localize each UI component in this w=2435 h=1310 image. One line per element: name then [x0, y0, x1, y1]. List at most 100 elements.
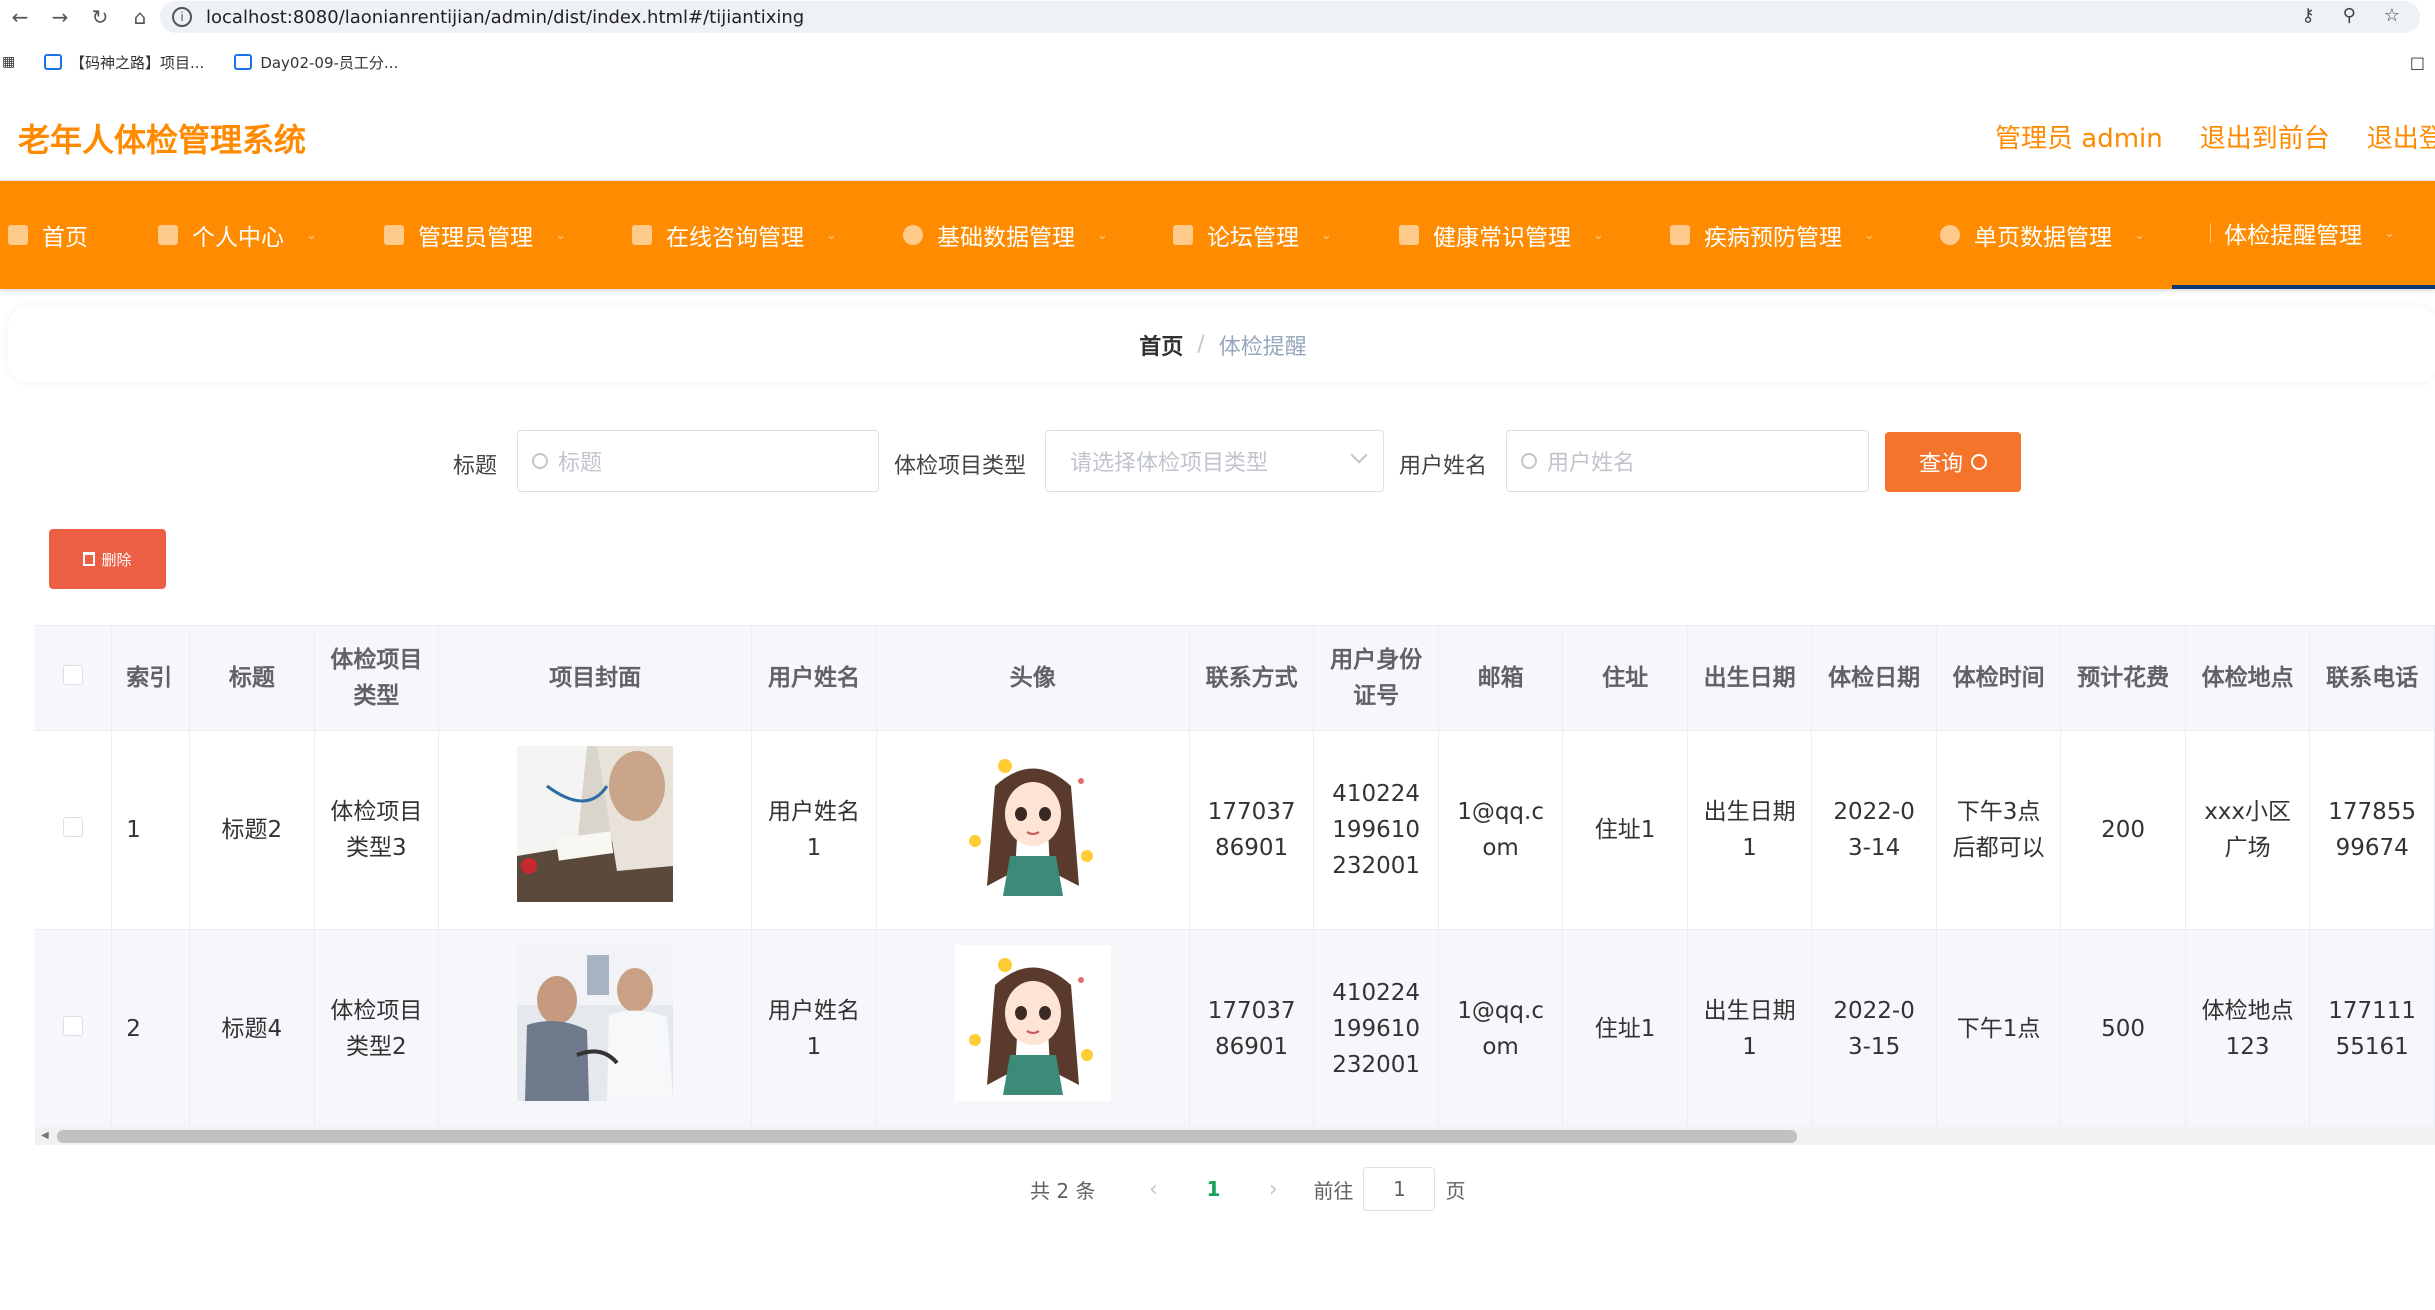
row-select-cell[interactable]: [35, 730, 113, 930]
apps-grid-icon[interactable]: ▦: [0, 54, 30, 70]
query-button-label: 查询: [1918, 452, 1963, 477]
user-filter-label: 用户姓名: [1399, 454, 1488, 479]
chevron-down-icon: ⌄: [1864, 227, 1875, 243]
type-filter-label: 体检项目类型: [894, 454, 1027, 479]
select-all-checkbox[interactable]: [63, 664, 84, 685]
bookmark-item[interactable]: Day02-09-员工分...: [234, 52, 398, 73]
cover-cell: [438, 929, 753, 1129]
user-name-cell: 用户姓名1: [751, 929, 877, 1129]
grid-icon: [1670, 225, 1690, 245]
menu-item-single-page[interactable]: 单页数据管理 ⌄: [1940, 181, 2145, 289]
cover-cell: [438, 730, 753, 930]
table-row: 1 标题2 体检项目类型3 用户姓名1 17703786901 41022419…: [35, 730, 2435, 930]
row-checkbox[interactable]: [63, 816, 84, 837]
settings-icon: [1940, 225, 1960, 245]
address-cell: 住址1: [1562, 929, 1688, 1129]
menu-item-profile[interactable]: 个人中心 ⌄: [158, 181, 317, 289]
column-header: 项目封面: [438, 626, 753, 731]
exit-to-front-link[interactable]: 退出到前台: [2200, 118, 2330, 155]
column-header: 头像: [876, 626, 1190, 731]
search-icon: [532, 453, 548, 469]
type-select[interactable]: 请选择体检项目类型: [1045, 430, 1384, 492]
chevron-down-icon: ⌄: [555, 227, 566, 243]
chevron-down-icon: [1350, 446, 1368, 464]
index-cell: 2: [111, 929, 191, 1129]
column-header: 预计花费: [2060, 626, 2186, 731]
crop-icon: [1173, 225, 1193, 245]
delete-button[interactable]: 删除: [49, 529, 166, 589]
column-header: 联系方式: [1189, 626, 1315, 731]
column-header: 体检时间: [1936, 626, 2062, 731]
horizontal-scrollbar[interactable]: ◀: [35, 1127, 2435, 1145]
goto-page-input[interactable]: 1: [1363, 1167, 1436, 1211]
menu-label: 在线咨询管理: [666, 225, 804, 251]
avatar[interactable]: [954, 945, 1111, 1101]
location-cell: 体检地点123: [2185, 929, 2311, 1129]
page-suffix: 页: [1445, 1178, 1466, 1203]
menu-label: 体检提醒管理: [2224, 223, 2363, 249]
column-header: 出生日期: [1687, 626, 1813, 731]
query-button[interactable]: 查询: [1885, 432, 2021, 492]
menu-item-basic-data[interactable]: 基础数据管理 ⌄: [903, 181, 1108, 289]
avatar-cell: [876, 730, 1190, 930]
home-icon[interactable]: ⌂: [120, 2, 160, 32]
address-cell: 住址1: [1562, 730, 1688, 930]
tel-cell: 17785599674: [2309, 730, 2435, 930]
menu-item-consult[interactable]: 在线咨询管理 ⌄: [632, 181, 837, 289]
menu-item-forum[interactable]: 论坛管理 ⌄: [1173, 181, 1332, 289]
list-icon: [632, 225, 652, 245]
avatar-cell: [876, 929, 1190, 1129]
menu-item-admin[interactable]: 管理员管理 ⌄: [384, 181, 566, 289]
forward-arrow-icon[interactable]: →: [40, 2, 80, 32]
phone-cell: 17703786901: [1189, 730, 1315, 930]
key-icon[interactable]: ⚷: [2301, 5, 2314, 26]
page-number-current[interactable]: 1: [1183, 1177, 1243, 1201]
avatar[interactable]: [954, 746, 1111, 902]
app-header: 老年人体检管理系统 管理员 admin 退出到前台 退出登录: [0, 85, 2435, 181]
breadcrumb-home[interactable]: 首页: [1139, 329, 1183, 361]
scroll-left-icon[interactable]: ◀: [41, 1130, 49, 1141]
chevron-down-icon: ⌄: [1097, 227, 1108, 243]
menu-item-home[interactable]: 首页: [8, 181, 88, 289]
title-filter-label: 标题: [453, 454, 498, 479]
zoom-icon[interactable]: ⚲: [2343, 5, 2356, 26]
chevron-down-icon: ⌄: [306, 227, 317, 243]
info-icon[interactable]: i: [172, 7, 192, 27]
scrollbar-thumb[interactable]: [57, 1130, 1797, 1143]
email-cell: 1@qq.com: [1438, 730, 1564, 930]
row-select-cell[interactable]: [35, 929, 113, 1129]
menu-label: 健康常识管理: [1433, 225, 1571, 251]
next-page-icon[interactable]: ›: [1243, 1177, 1303, 1202]
project-cover-image[interactable]: [517, 945, 674, 1101]
menu-label: 论坛管理: [1207, 225, 1299, 251]
menu-item-checkup-reminder[interactable]: 体检提醒管理 ⌄: [2172, 181, 2435, 289]
back-arrow-icon[interactable]: ←: [0, 2, 40, 32]
select-all-cell[interactable]: [35, 626, 113, 731]
bookmarks-bar: ▦ 【码神之路】项目... Day02-09-员工分... □: [0, 46, 2435, 78]
menu-item-disease-prevention[interactable]: 疾病预防管理 ⌄: [1670, 181, 1875, 289]
bookmark-item[interactable]: 【码神之路】项目...: [44, 52, 204, 73]
reload-icon[interactable]: ↻: [80, 2, 120, 32]
breadcrumb-separator: /: [1197, 332, 1205, 357]
star-icon[interactable]: ☆: [2384, 5, 2400, 26]
admin-icon: [384, 225, 404, 245]
project-cover-image[interactable]: [517, 746, 674, 902]
prev-page-icon[interactable]: ‹: [1123, 1177, 1183, 1202]
user-search-input[interactable]: 用户姓名: [1506, 430, 1869, 492]
chevron-down-icon: ⌄: [1321, 227, 1332, 243]
date-cell: 2022-03-14: [1811, 730, 1937, 930]
top-menu: 首页 个人中心 ⌄ 管理员管理 ⌄ 在线咨询管理 ⌄ 基础数据管理 ⌄ 论坛管理…: [0, 181, 2435, 289]
url-text[interactable]: localhost:8080/laonianrentijian/admin/di…: [206, 7, 804, 28]
address-bar[interactable]: i localhost:8080/laonianrentijian/admin/…: [160, 1, 2420, 33]
column-header: 邮箱: [1438, 626, 1564, 731]
column-header: 标题: [189, 626, 315, 731]
search-icon: [1521, 453, 1537, 469]
logout-link[interactable]: 退出登录: [2367, 118, 2435, 155]
column-header: 用户身份证号: [1313, 626, 1439, 731]
title-search-input[interactable]: 标题: [517, 430, 879, 492]
folder-icon[interactable]: □: [2410, 53, 2425, 72]
menu-item-health-knowledge[interactable]: 健康常识管理 ⌄: [1399, 181, 1604, 289]
bell-icon: [1399, 225, 1419, 245]
chevron-down-icon: ⌄: [826, 227, 837, 243]
row-checkbox[interactable]: [63, 1015, 84, 1036]
